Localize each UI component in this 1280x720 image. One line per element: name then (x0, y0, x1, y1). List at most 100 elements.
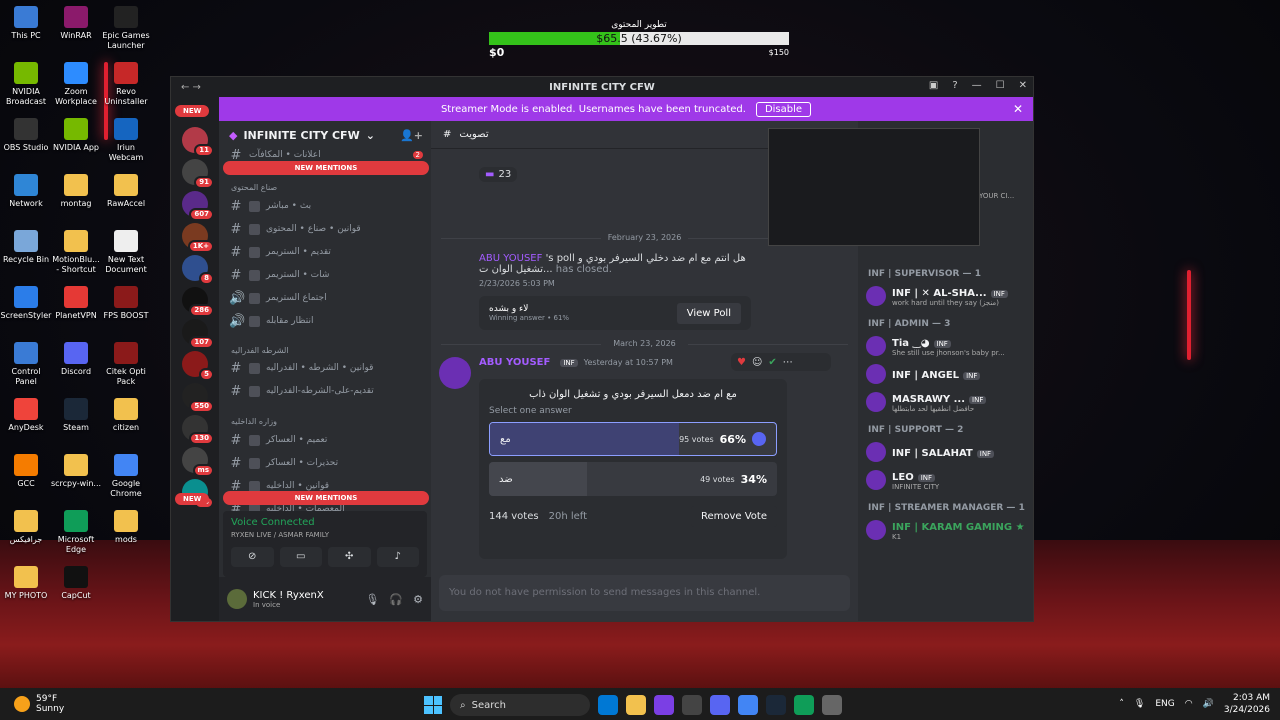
channel-item[interactable]: # تحذيرات • العساكر (229, 453, 423, 473)
volume-icon[interactable]: 🔊 (1203, 699, 1214, 709)
member-item[interactable]: LEO INF INFINITE CITY (866, 467, 1029, 493)
reaction-pill[interactable]: ▬ 23 (479, 167, 518, 182)
server-icon[interactable]: 107 (182, 319, 214, 349)
desktop-icon[interactable]: جرافيكس (0, 510, 52, 545)
channel-item[interactable]: # اعلانات • المكافآت 2 (229, 148, 423, 163)
heart-icon[interactable]: ♥ (737, 357, 746, 368)
message-composer[interactable]: You do not have permission to send messa… (439, 575, 850, 611)
new-pill[interactable]: NEW (175, 105, 210, 117)
new-mentions-bottom[interactable]: NEW MENTIONS (223, 491, 429, 505)
close-button[interactable]: ✕ (1019, 80, 1027, 91)
check-icon[interactable]: ✔ (768, 357, 776, 368)
activities-icon[interactable]: ✣ (328, 547, 371, 567)
help-icon[interactable]: ? (952, 80, 957, 91)
member-item[interactable]: INF | ANGEL INF (866, 361, 1029, 387)
edge-icon[interactable] (794, 695, 814, 715)
server-icon[interactable]: 286 (182, 287, 214, 317)
server-icon[interactable]: 5 (182, 351, 214, 381)
screen-share-icon[interactable]: ▭ (279, 547, 322, 567)
headphones-icon[interactable]: 🎧 (389, 593, 403, 606)
chrome-icon[interactable] (738, 695, 758, 715)
desktop-icon[interactable]: Steam (50, 398, 102, 433)
desktop-icon[interactable]: montag (50, 174, 102, 209)
desktop-icon[interactable]: WinRAR (50, 6, 102, 41)
new-mentions-top[interactable]: NEW MENTIONS (223, 161, 429, 175)
maximize-button[interactable]: ☐ (996, 80, 1005, 91)
screen-share-preview[interactable] (768, 128, 980, 246)
chevron-up-icon[interactable]: ˄ (1119, 699, 1124, 709)
desktop-icon[interactable]: Citek Opti Pack (100, 342, 152, 387)
search-box[interactable]: ⌕ Search (450, 694, 590, 716)
message-author[interactable]: ABU YOUSEF (479, 357, 550, 368)
inbox-icon[interactable]: ▣ (929, 80, 938, 91)
channel-item[interactable]: 🔊 انتظار مقابله (229, 311, 423, 331)
disable-button[interactable]: Disable (755, 101, 812, 117)
guild-header[interactable]: ◆ INFINITE CITY CFW ⌄ 👤+ (219, 121, 431, 149)
server-icon[interactable]: 1K+ (182, 223, 214, 253)
desktop-icon[interactable]: Control Panel (0, 342, 52, 387)
poll-option[interactable]: مع 95 votes 66% (489, 422, 777, 456)
avatar[interactable] (227, 589, 247, 609)
desktop-icon[interactable]: AnyDesk (0, 398, 52, 433)
desktop-icon[interactable]: Revo Uninstaller (100, 62, 152, 107)
server-icon[interactable]: 8 (182, 255, 214, 285)
server-icon[interactable]: ms (182, 447, 214, 477)
desktop-icon[interactable]: Google Chrome (100, 454, 152, 499)
desktop-icon[interactable]: Recycle Bin (0, 230, 52, 265)
desktop-icon[interactable]: MY PHOTO (0, 566, 52, 601)
desktop-icon[interactable]: FPS BOOST (100, 286, 152, 321)
language[interactable]: ENG (1155, 699, 1174, 709)
desktop-icon[interactable]: This PC (0, 6, 52, 41)
teams-icon[interactable] (654, 695, 674, 715)
clock[interactable]: 2:03 AM 3/24/2026 (1224, 692, 1270, 716)
gear-icon[interactable]: ⚙ (413, 593, 423, 606)
discord-taskbar-icon[interactable] (710, 695, 730, 715)
desktop-icon[interactable]: Network (0, 174, 52, 209)
category-header[interactable]: الشرطه الفدراليه (231, 346, 289, 355)
server-icon[interactable]: 607 (182, 191, 214, 221)
channel-item[interactable]: # تقديم-على-الشرطه-الفدراليه (229, 381, 423, 401)
file-explorer-icon[interactable] (626, 695, 646, 715)
app-icon[interactable] (682, 695, 702, 715)
minimize-button[interactable]: — (972, 80, 982, 91)
server-icon[interactable]: 11 (182, 127, 214, 157)
desktop-icon[interactable]: Discord (50, 342, 102, 377)
server-icon[interactable]: 550 (182, 383, 214, 413)
member-item[interactable]: INF | ✕ AL-SHA... INF work hard until they… (866, 283, 1029, 309)
voice-status[interactable]: Voice Connected (231, 517, 419, 528)
category-header[interactable]: وزاره الداخليه (231, 417, 277, 426)
store-icon[interactable] (822, 695, 842, 715)
desktop-icon[interactable]: New Text Document (100, 230, 152, 275)
channel-item[interactable]: # قوانين • الشرطه • الفدراليه (229, 358, 423, 378)
channel-item[interactable]: # شات • الستريمر (229, 265, 423, 285)
channel-item[interactable]: # تقديم • الستريمر (229, 242, 423, 262)
avatar[interactable] (439, 357, 471, 389)
channel-item[interactable]: 🔊 اجتماع الستريمر (229, 288, 423, 308)
add-member-icon[interactable]: 👤+ (400, 129, 423, 142)
desktop-icon[interactable]: mods (100, 510, 152, 545)
member-item[interactable]: MASRAWY ... INF حافضل انطقيها لحد مابتطلها (866, 389, 1029, 415)
desktop-icon[interactable]: NVIDIA App (50, 118, 102, 153)
channel-item[interactable]: # قوانين • صناع • المحتوى (229, 219, 423, 239)
desktop-icon[interactable]: NVIDIA Broadcast (0, 62, 52, 107)
member-item[interactable]: INF | SALAHAT INF (866, 439, 1029, 465)
remove-vote-button[interactable]: Remove Vote (690, 506, 777, 527)
server-icon[interactable]: 91 (182, 159, 214, 189)
view-poll-button[interactable]: View Poll (676, 302, 741, 324)
desktop-icon[interactable]: CapCut (50, 566, 102, 601)
laugh-icon[interactable]: ☺ (752, 357, 762, 368)
desktop-icon[interactable]: MotionBlu... - Shortcut (50, 230, 102, 275)
camera-off-icon[interactable]: ⊘ (231, 547, 274, 567)
wifi-icon[interactable]: ◠ (1185, 699, 1193, 709)
member-item[interactable]: Tia ‿◕ INF She still use jhonson's baby pr… (866, 333, 1029, 359)
mic-icon[interactable]: 🎙 (365, 593, 379, 606)
desktop-icon[interactable]: RawAccel (100, 174, 152, 209)
desktop-icon[interactable]: ScreenStyler (0, 286, 52, 321)
soundboard-icon[interactable]: ♪ (376, 547, 419, 567)
member-item[interactable]: INF | KARAM GAMING ★ K1 (866, 517, 1029, 543)
category-header[interactable]: صناع المحتوى (231, 183, 277, 192)
desktop-icon[interactable]: Iriun Webcam (100, 118, 152, 163)
desktop-icon[interactable]: GCC (0, 454, 52, 489)
mic-tray-icon[interactable]: 🎙 (1134, 699, 1145, 709)
desktop-icon[interactable]: citizen (100, 398, 152, 433)
